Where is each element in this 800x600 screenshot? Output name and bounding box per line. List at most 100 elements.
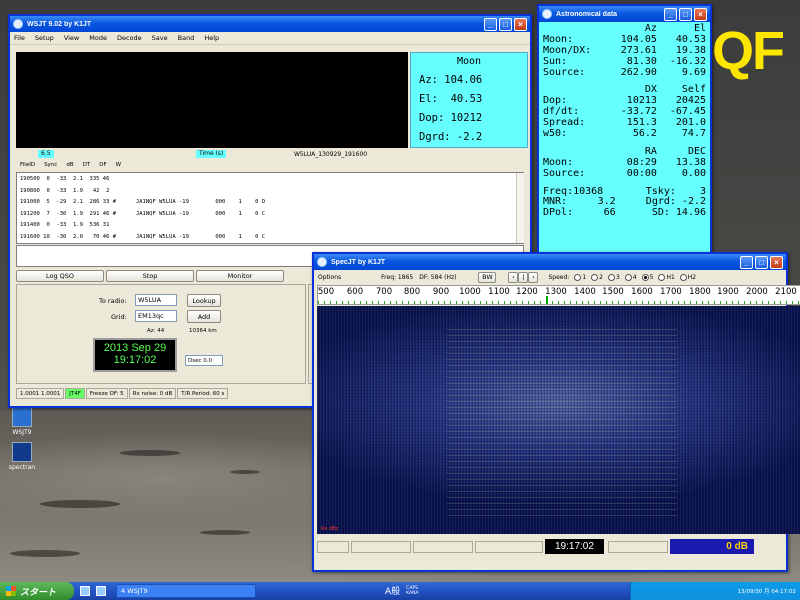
menu-help[interactable]: Help xyxy=(204,34,219,42)
taskbar-button-wsjt[interactable]: 4 WSJT9 xyxy=(116,584,256,598)
speed-radio-3[interactable] xyxy=(607,273,615,281)
specjt-window: SpecJT by K1JT _ □ × Options Freq: 1865 … xyxy=(312,252,800,572)
wsjt-icon xyxy=(12,407,32,427)
maximize-button[interactable]: □ xyxy=(755,255,768,269)
astro-titlebar[interactable]: Astronomical data _ □ × xyxy=(539,6,710,22)
frequency-scale[interactable]: 500 600 700 800 900 1000 1100 1200 1300 … xyxy=(317,285,800,305)
close-button[interactable]: × xyxy=(694,7,707,21)
station-panel: To radio: W5LUA Lookup Grid: EM13qc Add … xyxy=(16,284,306,384)
decode-scrollbar[interactable] xyxy=(516,173,524,243)
menu-band[interactable]: Band xyxy=(178,34,195,42)
speed-radio-h1[interactable] xyxy=(658,273,666,281)
log-qso-button[interactable]: Log QSO xyxy=(16,270,104,282)
current-filename: W5LUA_130929_191600 xyxy=(294,151,368,158)
scale-label: 600 xyxy=(346,287,364,297)
start-button[interactable]: スタート xyxy=(0,582,74,600)
menu-save[interactable]: Save xyxy=(152,34,168,42)
spec-status-cell xyxy=(351,540,411,553)
taskbar: スタート 4 WSJT9 A般 CAPS KANA 13/09/30 月 04:… xyxy=(0,582,800,600)
speed-label-2: 2 xyxy=(599,273,603,281)
header-sync: Sync xyxy=(44,162,58,168)
time-display: 19:17:02 xyxy=(113,354,157,366)
close-button[interactable]: × xyxy=(770,255,783,269)
desktop-icon-wsjt[interactable]: WSJT9 xyxy=(2,407,42,436)
time-axis-tag: Time (s) xyxy=(196,150,227,158)
windows-logo-icon xyxy=(6,586,16,596)
tray-clock[interactable]: 13/09/30 月 04:17:02 xyxy=(738,587,796,595)
header-dt: DT xyxy=(82,162,91,168)
status-freeze-df: Freeze DF: 5 xyxy=(85,388,128,399)
scale-label: 2000 xyxy=(746,287,768,297)
moon-el: El: 40.53 xyxy=(419,93,483,105)
spectran-icon xyxy=(12,442,32,462)
menu-mode[interactable]: Mode xyxy=(89,34,107,42)
moon-az: Az: 104.06 xyxy=(419,74,483,86)
specjt-titlebar[interactable]: SpecJT by K1JT _ □ × xyxy=(314,254,786,270)
decoded-text-area[interactable]: 190500 0 -33 2.1 335 46 190800 0 -33 1.9… xyxy=(16,172,524,244)
maximize-button[interactable]: □ xyxy=(679,7,692,21)
menu-view[interactable]: View xyxy=(64,34,79,42)
speed-radio-1[interactable] xyxy=(574,273,582,281)
grid-input[interactable]: EM13qc xyxy=(135,310,177,322)
close-button[interactable]: × xyxy=(514,17,527,31)
spec-time-display: 19:17:02 xyxy=(545,539,604,554)
waterfall-display[interactable]: Rx dBc xyxy=(317,306,800,534)
quicklaunch-desktop-icon[interactable] xyxy=(80,586,90,596)
options-menu[interactable]: Options xyxy=(318,274,341,281)
scale-label: 1000 xyxy=(459,287,481,297)
left-arrow-button[interactable]: ‹ xyxy=(508,271,519,283)
right-arrow-button[interactable]: › xyxy=(528,271,539,283)
menu-file[interactable]: File xyxy=(14,34,25,42)
monitor-button[interactable]: Monitor xyxy=(196,270,284,282)
scale-label: 900 xyxy=(432,287,450,297)
dsec-field[interactable]: Dsec 0.0 xyxy=(185,355,223,366)
window-title: SpecJT by K1JT xyxy=(331,258,386,266)
control-button-row: Log QSO Stop Monitor xyxy=(16,270,284,282)
menu-setup[interactable]: Setup xyxy=(35,34,54,42)
speed-radio-5[interactable] xyxy=(641,273,649,281)
menu-bar: File Setup View Mode Decode Save Band He… xyxy=(10,32,530,45)
to-radio-label: To radio: xyxy=(99,297,127,305)
speed-radio-2[interactable] xyxy=(591,273,599,281)
minimize-button[interactable]: _ xyxy=(664,7,677,21)
scale-label: 1200 xyxy=(516,287,538,297)
maximize-button[interactable]: □ xyxy=(499,17,512,31)
add-button[interactable]: Add xyxy=(187,310,221,323)
scale-label: 1100 xyxy=(488,287,510,297)
freq-readout: Freq: 1865 xyxy=(381,273,414,281)
minimize-button[interactable]: _ xyxy=(740,255,753,269)
date-time-display: 2013 Sep 29 19:17:02 xyxy=(93,338,177,372)
scale-label: 1500 xyxy=(602,287,624,297)
wsjt-titlebar[interactable]: WSJT 9.02 by K1JT _ □ × xyxy=(10,16,530,32)
header-w: W xyxy=(115,162,122,168)
ime-indicator[interactable]: A般 xyxy=(385,584,400,597)
bw-button[interactable]: BW xyxy=(478,271,497,283)
lookup-button[interactable]: Lookup xyxy=(187,294,221,307)
minimize-button[interactable]: _ xyxy=(484,17,497,31)
speed-label-h1: H1 xyxy=(666,273,675,281)
speed-label-4: 4 xyxy=(632,273,637,281)
quicklaunch-app-icon[interactable] xyxy=(96,586,106,596)
ime-bar: A般 CAPS KANA xyxy=(385,584,419,598)
speed-radio-4[interactable] xyxy=(624,273,632,281)
speed-radio-h2[interactable] xyxy=(679,273,687,281)
spec-status-cell xyxy=(607,540,668,553)
desktop-icon-label: spectran xyxy=(8,464,36,471)
background-yellow-letters: QF xyxy=(712,21,785,81)
waveform-display xyxy=(16,52,408,148)
bar-button[interactable]: | xyxy=(518,271,529,283)
astro-window: Astronomical data _ □ × Az El Moon: 104.05… xyxy=(537,4,712,254)
astro-row: DPol: 66 SD: 14.96 xyxy=(543,207,707,219)
scale-label: 1700 xyxy=(660,287,682,297)
decode-line: 191200 7 -30 1.9 291 46 # JA1NQF W5LUA -… xyxy=(20,210,266,217)
menu-decode[interactable]: Decode xyxy=(117,34,142,42)
astro-data-panel: Az El Moon: 104.05 40.53 Moon/DX: 273.61 19.3… xyxy=(539,22,710,252)
astro-row: Source: 262.90 9.69 xyxy=(543,66,706,78)
header-db: dB xyxy=(66,162,74,168)
astro-row: Source: 00:00 0.00 xyxy=(543,167,706,179)
system-tray: 13/09/30 月 04:17:02 xyxy=(630,582,800,600)
desktop-icon-spectran[interactable]: spectran xyxy=(2,442,42,471)
to-radio-input[interactable]: W5LUA xyxy=(135,294,177,306)
stop-button[interactable]: Stop xyxy=(106,270,194,282)
speed-label-h2: H2 xyxy=(687,273,697,281)
